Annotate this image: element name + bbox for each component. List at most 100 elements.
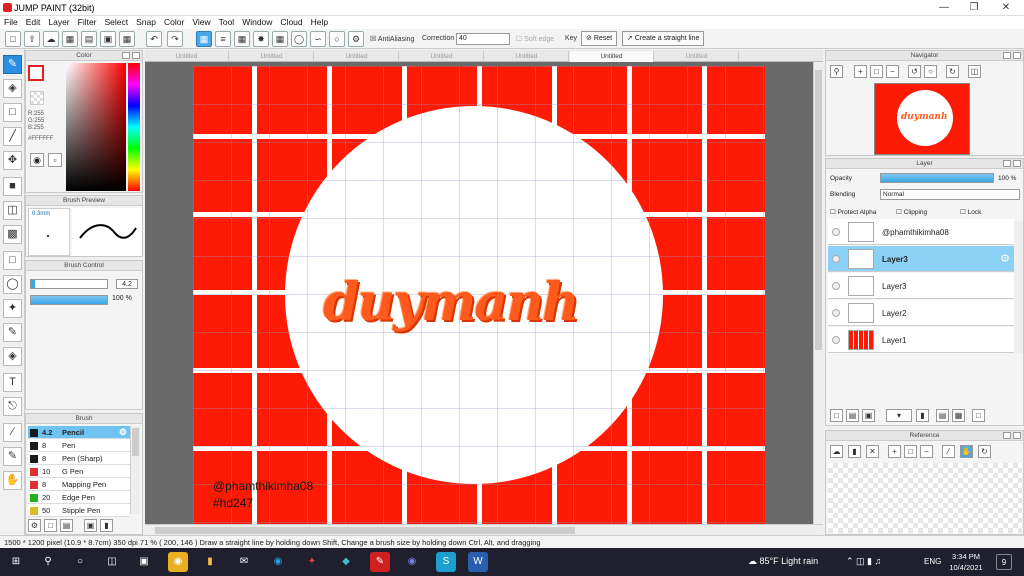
panel-close-icon[interactable] <box>132 52 140 59</box>
new-layer-icon[interactable]: □ <box>830 409 843 422</box>
brush-settings-gear-icon[interactable]: ⚙ <box>119 426 127 439</box>
tab-untitled-4[interactable]: Untitled <box>400 51 484 62</box>
panel-close-icon[interactable] <box>1013 160 1021 167</box>
snap-parallel-icon[interactable]: ≡ <box>215 31 231 47</box>
file-explorer-icon[interactable]: ▮ <box>200 552 220 572</box>
brush-item[interactable]: 4.2 Pencil ⚙ <box>28 426 130 439</box>
minimize-button[interactable]: — <box>930 2 958 14</box>
menu-color[interactable]: Color <box>160 16 188 28</box>
export-icon[interactable]: ▤ <box>81 31 97 47</box>
panel-close-icon[interactable] <box>1013 432 1021 439</box>
menu-layer[interactable]: Layer <box>44 16 73 28</box>
save-icon[interactable]: ▦ <box>62 31 78 47</box>
tab-untitled-1[interactable]: Untitled <box>145 51 229 62</box>
redo-icon[interactable]: ↷ <box>167 31 183 47</box>
transparent-swatch[interactable] <box>30 91 44 105</box>
panel-float-icon[interactable] <box>1003 432 1011 439</box>
layer-row[interactable]: @phamthikimha08 <box>828 219 1014 245</box>
brush-opacity-slider[interactable] <box>30 295 108 305</box>
menu-filter[interactable]: Filter <box>74 16 101 28</box>
line-tool-icon[interactable]: ╱ <box>3 127 22 146</box>
layer-color-dropdown[interactable]: ▾ <box>886 409 912 422</box>
zoom-fit-icon[interactable]: ⚲ <box>830 65 843 78</box>
panel-float-icon[interactable] <box>1003 52 1011 59</box>
menu-snap[interactable]: Snap <box>132 16 160 28</box>
eyedropper-tool-icon[interactable]: ⁄ <box>3 423 22 442</box>
color-history-icon[interactable]: ▫ <box>48 153 62 167</box>
canvas-vertical-scrollbar[interactable] <box>813 62 823 524</box>
select-eraser-tool-icon[interactable]: ◈ <box>3 347 22 366</box>
snap-cross-icon[interactable]: ▦ <box>234 31 250 47</box>
lasso-tool-icon[interactable]: ◯ <box>3 275 22 294</box>
canvas-area[interactable]: duymanh @phamthikimha08 #hd247 <box>145 62 813 524</box>
menu-cloud[interactable]: Cloud <box>276 16 306 28</box>
chrome-icon[interactable]: ◉ <box>168 552 188 572</box>
select-pen-tool-icon[interactable]: ✎ <box>3 323 22 342</box>
ref-hand-icon[interactable]: ✋ <box>960 445 973 458</box>
clock[interactable]: 3:34 PM 10/4/2021 <box>948 551 984 573</box>
palette-icon[interactable]: ◉ <box>30 153 44 167</box>
brush-item[interactable]: 20 Edge Pen <box>28 491 130 504</box>
soft-edge-checkbox[interactable]: ☐ Soft edge <box>516 35 554 43</box>
protect-alpha-checkbox[interactable]: ☐ Protect Alpha <box>830 208 876 216</box>
app-icon-2[interactable]: ◆ <box>336 552 356 572</box>
correction-input[interactable]: 40 <box>456 33 510 45</box>
snap-off-icon[interactable]: ▦ <box>196 31 212 47</box>
straight-line-button[interactable]: ➚ Create a straight line <box>622 31 705 46</box>
layer-visibility-icon[interactable] <box>832 282 840 290</box>
bucket-tool-icon[interactable]: ◫ <box>3 201 22 220</box>
layer-opacity-slider[interactable] <box>880 173 994 183</box>
rectangle-tool-icon[interactable]: □ <box>3 103 22 122</box>
menu-tool[interactable]: Tool <box>215 16 239 28</box>
gradient-tool-icon[interactable]: ▩ <box>3 225 22 244</box>
reset-button[interactable]: ⊘ Reset <box>581 31 618 46</box>
tab-untitled-3[interactable]: Untitled <box>315 51 399 62</box>
menu-window[interactable]: Window <box>238 16 276 28</box>
brush-settings-icon[interactable]: ⚙ <box>28 519 41 532</box>
new-canvas-icon[interactable]: □ <box>5 31 21 47</box>
menu-edit[interactable]: Edit <box>22 16 45 28</box>
lock-checkbox[interactable]: ☐ Lock <box>960 208 981 216</box>
zoom-actual-icon[interactable]: □ <box>870 65 883 78</box>
snap-ellipse-icon[interactable]: ○ <box>329 31 345 47</box>
snap-vanishing-icon[interactable]: ▦ <box>272 31 288 47</box>
clipping-checkbox[interactable]: ☐ Clipping <box>896 208 927 216</box>
panel-close-icon[interactable] <box>1013 52 1021 59</box>
tray-icons[interactable]: ⌃ ◫ ▮ ♫ <box>846 556 881 567</box>
menu-file[interactable]: File <box>0 16 22 28</box>
color-swatch-pair[interactable] <box>28 65 50 87</box>
language-indicator[interactable]: ENG <box>924 557 941 566</box>
magic-wand-tool-icon[interactable]: ✦ <box>3 299 22 318</box>
layer-row[interactable]: Layer1 <box>828 327 1014 353</box>
brush-size-input[interactable]: 4.2 <box>116 279 138 289</box>
tab-untitled-7[interactable]: Untitled <box>655 51 739 62</box>
weather-widget[interactable]: ☁ 85°F Light rain <box>748 556 818 567</box>
store-icon[interactable]: ▣ <box>134 552 154 572</box>
layer-visibility-icon[interactable] <box>832 255 840 263</box>
layer-settings-gear-icon[interactable]: ⚙ <box>1000 252 1010 265</box>
jump-paint-taskbar-icon[interactable]: ✎ <box>370 552 390 572</box>
ref-eyedropper-icon[interactable]: ⁄ <box>942 445 955 458</box>
brush-size-slider[interactable] <box>30 279 108 289</box>
snap-circle-icon[interactable]: ◯ <box>291 31 307 47</box>
undo-icon[interactable]: ↶ <box>146 31 162 47</box>
ref-zoom-fit-icon[interactable]: □ <box>904 445 917 458</box>
tab-untitled-6[interactable]: Untitled <box>570 51 654 62</box>
rotate-right-icon[interactable]: ↻ <box>946 65 959 78</box>
snap-settings-icon[interactable]: ⚙ <box>348 31 364 47</box>
dropper-tool-icon[interactable]: ✎ <box>3 447 22 466</box>
ref-rotate-icon[interactable]: ↻ <box>978 445 991 458</box>
grid-icon[interactable]: ▦ <box>119 31 135 47</box>
new-layer-8bit-icon[interactable]: ▤ <box>846 409 859 422</box>
navigator-thumbnail[interactable]: duymanh <box>874 83 970 155</box>
zoom-in-icon[interactable]: + <box>854 65 867 78</box>
layer-row[interactable]: Layer2 <box>828 300 1014 326</box>
brush-item[interactable]: 10 G Pen <box>28 465 130 478</box>
brush-folder-icon[interactable]: ▮ <box>100 519 113 532</box>
snap-radial-icon[interactable]: ✸ <box>253 31 269 47</box>
brush-copy-icon[interactable]: ▤ <box>60 519 73 532</box>
artwork[interactable]: duymanh @phamthikimha08 #hd247 <box>193 66 765 524</box>
delete-layer-icon[interactable]: □ <box>972 409 985 422</box>
menu-view[interactable]: View <box>188 16 214 28</box>
layer-folder-icon[interactable]: ▮ <box>916 409 929 422</box>
